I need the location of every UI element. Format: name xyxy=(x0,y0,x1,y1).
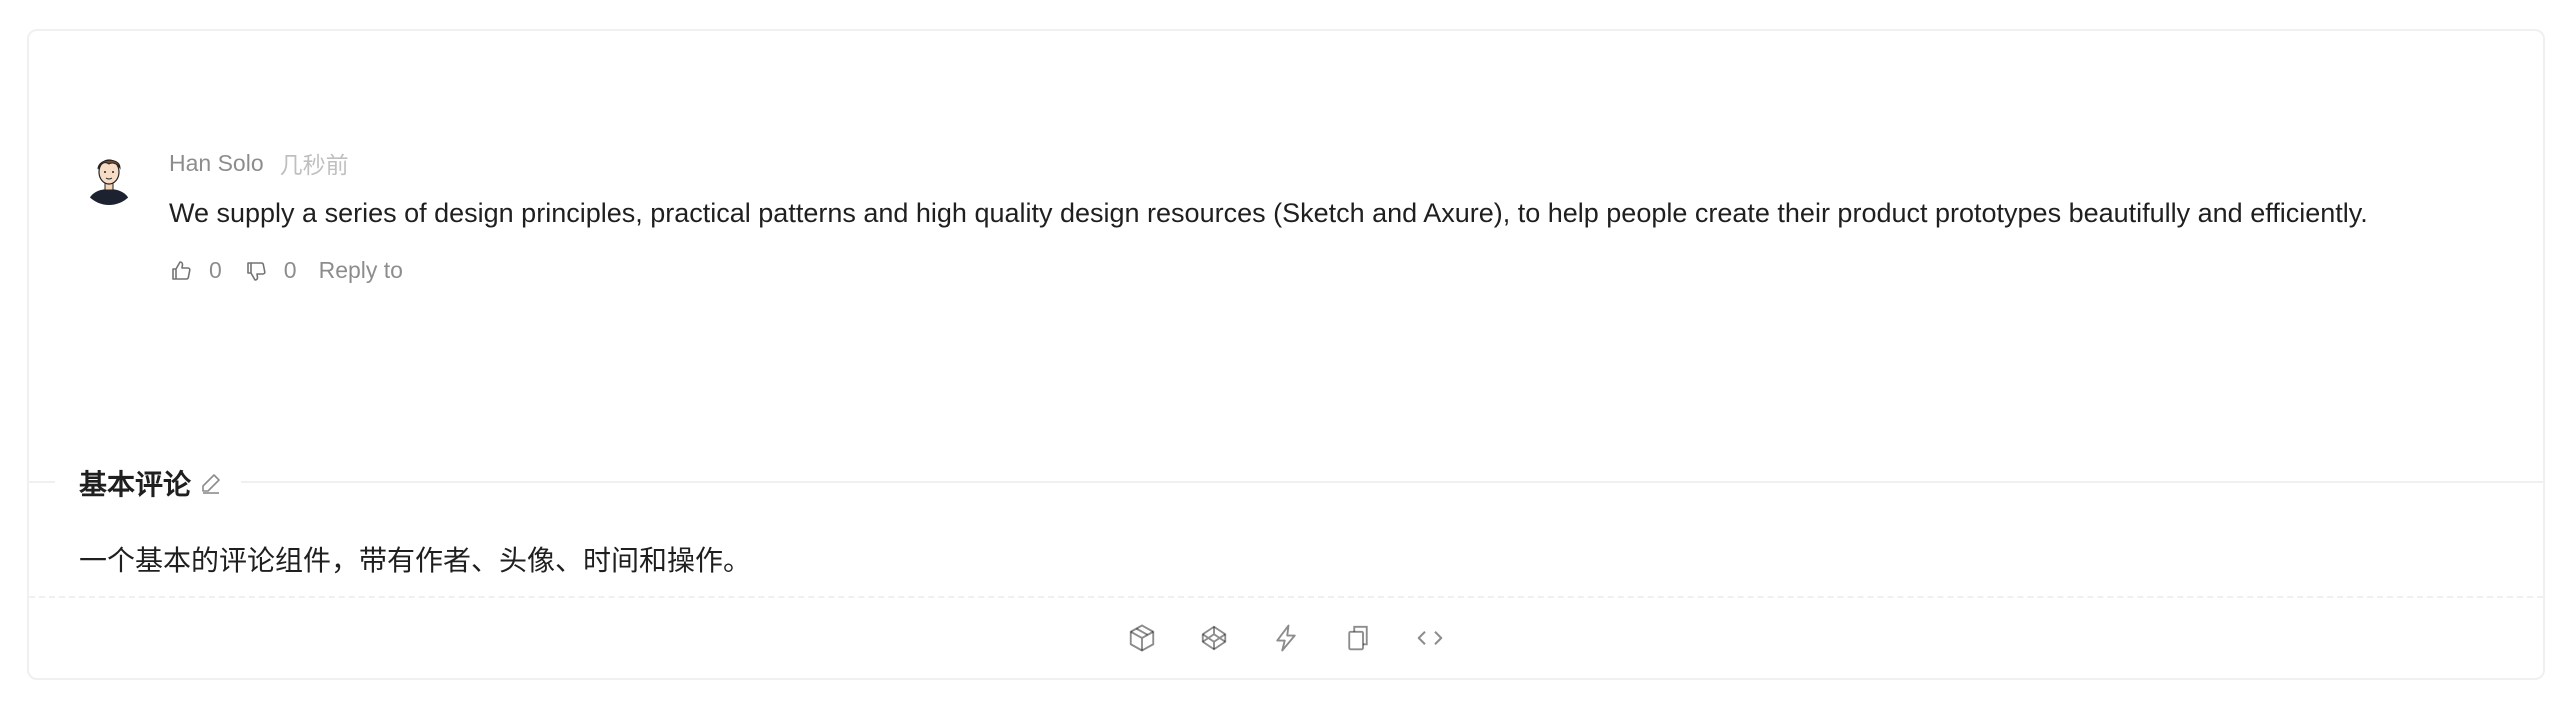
reply-button[interactable]: Reply to xyxy=(319,257,403,284)
show-code-button[interactable] xyxy=(1410,618,1450,658)
like-button[interactable]: 0 xyxy=(169,257,222,284)
demo-card: Han Solo 几秒前 We supply a series of desig… xyxy=(27,29,2545,680)
dislike-button[interactable]: 0 xyxy=(244,257,297,284)
code-icon xyxy=(1417,631,1443,645)
copy-icon xyxy=(1348,625,1368,651)
comment-body: Han Solo 几秒前 We supply a series of desig… xyxy=(169,149,2491,284)
codepen-icon xyxy=(1201,625,1227,651)
avatar[interactable] xyxy=(81,149,137,205)
comment-actions: 0 0 Reply to xyxy=(169,257,2491,284)
copy-code-button[interactable] xyxy=(1338,618,1378,658)
demo-description-text: 一个基本的评论组件，带有作者、头像、时间和操作。 xyxy=(79,545,752,576)
comment-author-row: Han Solo 几秒前 xyxy=(169,149,2491,179)
code-actions-bar xyxy=(29,596,2543,678)
author-name[interactable]: Han Solo xyxy=(169,150,264,177)
like-icon xyxy=(172,260,191,280)
edit-icon[interactable] xyxy=(199,471,223,495)
comment-content: We supply a series of design principles,… xyxy=(169,198,2368,228)
demo-title[interactable]: 基本评论 xyxy=(79,463,191,503)
stackblitz-icon xyxy=(1276,624,1296,652)
codesandbox-icon xyxy=(1129,624,1155,652)
demo-preview: Han Solo 几秒前 We supply a series of desig… xyxy=(29,31,2543,481)
page: Han Solo 几秒前 We supply a series of desig… xyxy=(0,0,2558,704)
stackblitz-button[interactable] xyxy=(1266,618,1306,658)
codepen-button[interactable] xyxy=(1194,618,1234,658)
dislike-count: 0 xyxy=(283,257,297,283)
avatar-illustration xyxy=(81,149,137,205)
dislike-icon xyxy=(246,261,266,281)
codesandbox-button[interactable] xyxy=(1122,618,1162,658)
like-count: 0 xyxy=(209,257,222,283)
comment-time: 几秒前 xyxy=(279,152,349,178)
demo-title-row: 基本评论 xyxy=(55,463,242,503)
